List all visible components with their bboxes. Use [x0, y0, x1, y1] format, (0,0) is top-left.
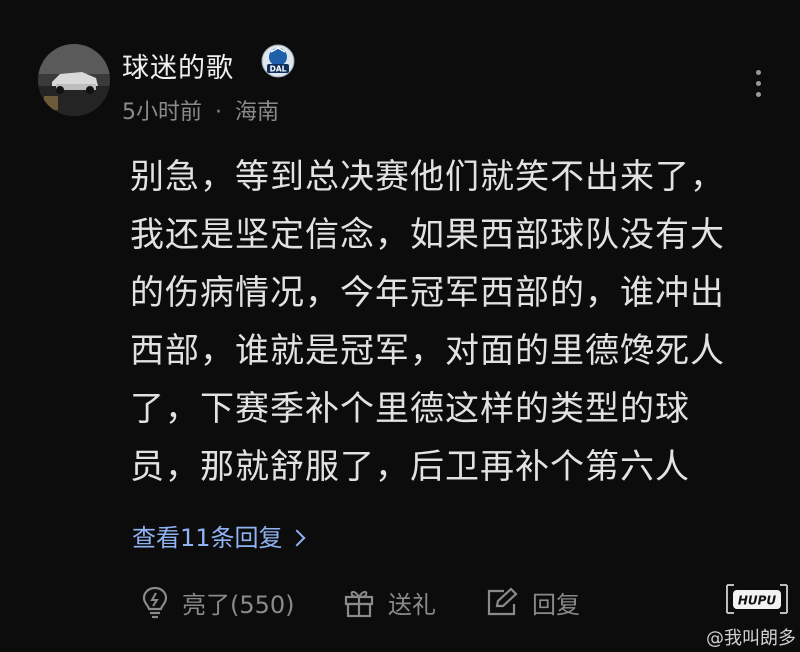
- comment-line: 的伤病情况，今年冠军西部的，谁冲出: [130, 273, 725, 313]
- chevron-right-icon: [288, 529, 306, 547]
- comment-meta: 5小时前 · 海南: [122, 94, 279, 126]
- comment-line: 了，下赛季补个里德这样的类型的球: [130, 389, 690, 429]
- light-button[interactable]: 亮了(550): [140, 582, 295, 622]
- avatar-image: [38, 44, 110, 116]
- hupu-logo: HUPU: [724, 582, 790, 616]
- comment-line: 我还是坚定信念，如果西部球队没有大: [130, 215, 725, 255]
- comment-location: 海南: [235, 100, 280, 125]
- gift-icon: [344, 590, 374, 618]
- comment-line: 西部，谁就是冠军，对面的里德馋死人: [130, 331, 725, 371]
- reply-button[interactable]: 回复: [484, 582, 580, 622]
- team-badge-text: DAL: [270, 65, 287, 74]
- gift-label: 送礼: [388, 590, 436, 619]
- comment-line: 别急，等到总决赛他们就笑不出来了，: [130, 157, 725, 197]
- view-replies-link[interactable]: 查看11条回复: [132, 518, 306, 553]
- comment-text: 别急，等到总决赛他们就笑不出来了， 我还是坚定信念，如果西部球队没有大 的伤病情…: [130, 148, 760, 496]
- more-options-icon[interactable]: [748, 66, 768, 102]
- comment-screen: 球迷的歌 DAL 5小时前 · 海南 别急，等到总决赛他们就笑不出来了， 我还是…: [0, 0, 800, 652]
- light-label: 亮了(550): [182, 590, 295, 619]
- avatar[interactable]: [38, 44, 110, 116]
- view-replies-label: 查看11条回复: [132, 524, 283, 552]
- meta-separator: ·: [215, 100, 222, 125]
- hupu-logo-text: HUPU: [738, 594, 777, 608]
- comment-time: 5小时前: [122, 100, 202, 125]
- comment-line: 员，那就舒服了，后卫再补个第六人: [130, 447, 690, 487]
- reply-edit-icon: [487, 587, 518, 616]
- watermark-handle: @我叫朗多: [706, 628, 796, 649]
- lightbulb-icon: [142, 586, 168, 619]
- reply-label: 回复: [532, 590, 580, 619]
- team-badge-icon: DAL: [261, 44, 295, 78]
- gift-button[interactable]: 送礼: [342, 582, 436, 622]
- username[interactable]: 球迷的歌: [122, 46, 234, 85]
